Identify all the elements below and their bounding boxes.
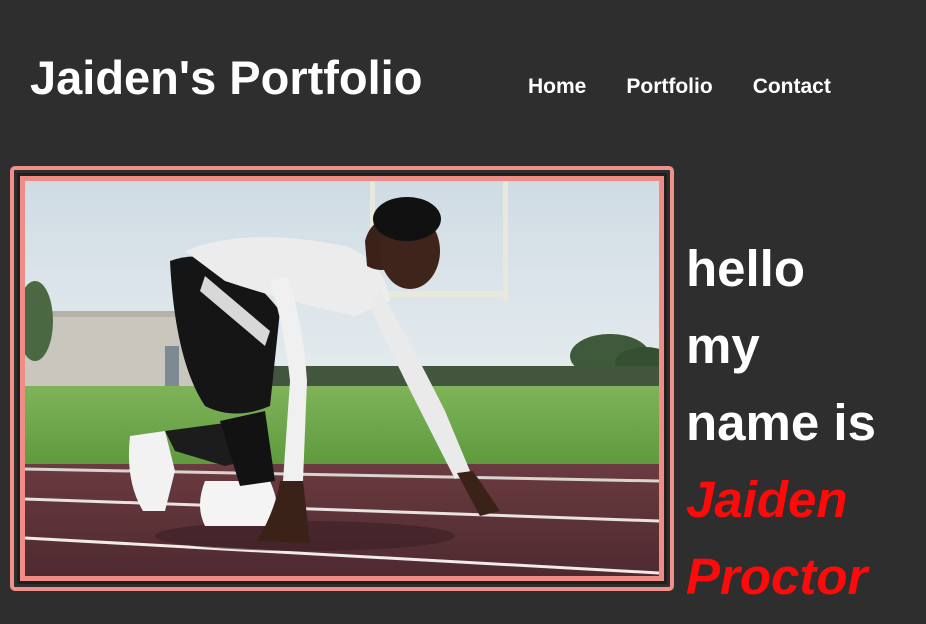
nav-home-link[interactable]: Home [528, 74, 586, 100]
hero-image-inner-border [17, 173, 667, 584]
nav-contact-link[interactable]: Contact [753, 74, 831, 100]
nav-portfolio-link[interactable]: Portfolio [626, 74, 712, 100]
hero-photo [25, 181, 659, 576]
main-nav: Home Portfolio Contact [528, 74, 871, 100]
greeting-line: my [686, 317, 760, 374]
name-last: Proctor [686, 548, 868, 605]
name-first: Jaiden [686, 471, 848, 528]
hero-image-frame [10, 166, 674, 591]
site-title: Jaiden's Portfolio [30, 51, 423, 104]
hero-greeting: hello my name is Jaiden Proctor [686, 230, 926, 615]
greeting-line: name is [686, 394, 876, 451]
sprinter-photo-illustration [25, 181, 659, 576]
greeting-line: hello [686, 240, 806, 297]
